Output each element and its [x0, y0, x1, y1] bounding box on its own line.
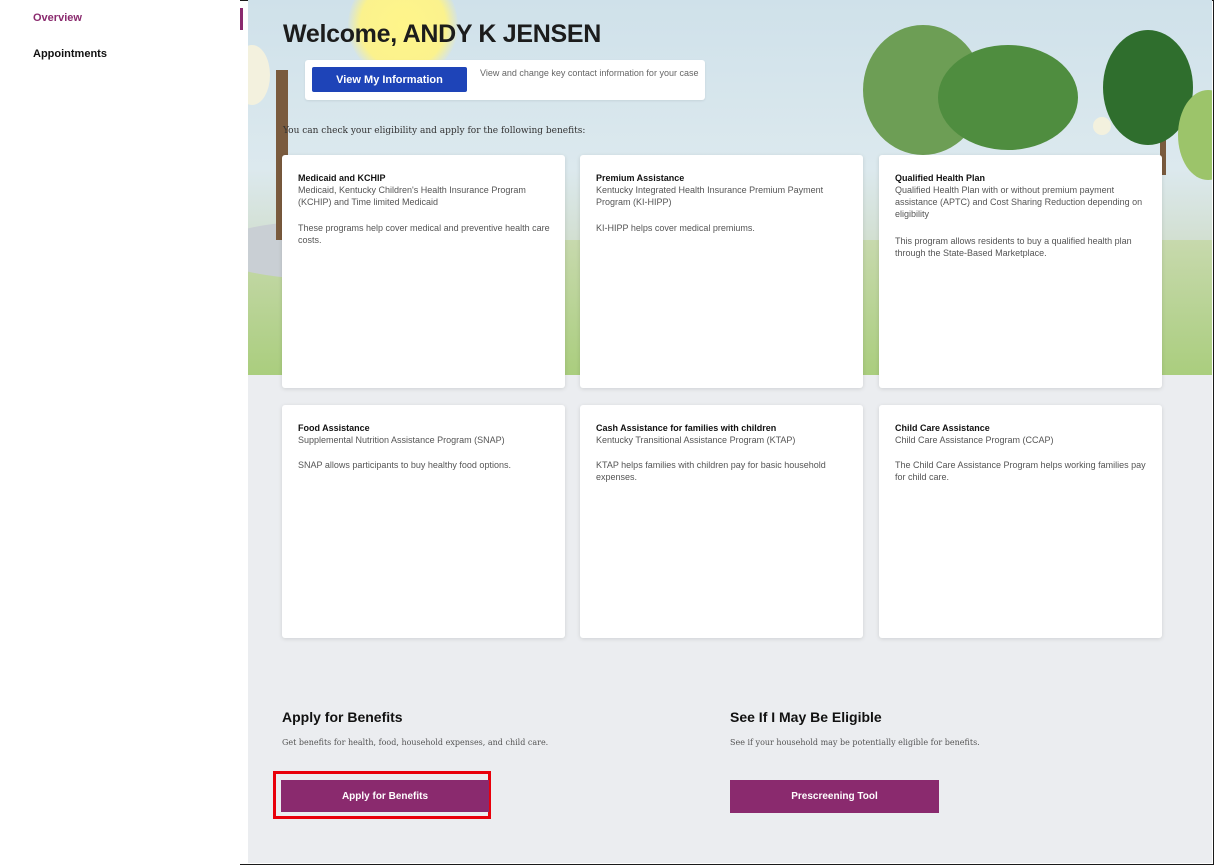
card-subtitle: Kentucky Integrated Health Insurance Pre…: [596, 185, 824, 207]
welcome-heading: Welcome, ANDY K JENSEN: [283, 20, 602, 48]
card-subtitle: Qualified Health Plan with or without pr…: [895, 185, 1143, 219]
lamp-illustration: [248, 45, 270, 105]
card-title: Premium Assistance: [596, 173, 685, 183]
card-subtitle: Child Care Assistance Program (CCAP): [895, 435, 1054, 445]
card-title: Medicaid and KCHIP: [298, 173, 386, 183]
view-info-panel: View My Information View and change key …: [305, 60, 705, 100]
apply-for-benefits-button[interactable]: Apply for Benefits: [281, 780, 489, 812]
benefit-card-medicaid[interactable]: Medicaid and KCHIP Medicaid, Kentucky Ch…: [282, 155, 565, 388]
benefit-card-premium-assistance[interactable]: Premium Assistance Kentucky Integrated H…: [580, 155, 863, 388]
prescreening-tool-button[interactable]: Prescreening Tool: [730, 780, 939, 813]
main-content: Welcome, ANDY K JENSEN View My Informati…: [248, 0, 1212, 863]
apply-section-title: Apply for Benefits: [282, 709, 403, 725]
card-title: Cash Assistance for families with childr…: [596, 423, 777, 433]
benefit-card-food-assistance[interactable]: Food Assistance Supplemental Nutrition A…: [282, 405, 565, 638]
eligibility-section-title: See If I May Be Eligible: [730, 709, 882, 725]
sidebar-item-appointments[interactable]: Appointments: [33, 48, 107, 60]
card-subtitle: Kentucky Transitional Assistance Program…: [596, 435, 796, 445]
apply-section-description: Get benefits for health, food, household…: [282, 738, 549, 747]
card-title: Child Care Assistance: [895, 423, 990, 433]
card-description: These programs help cover medical and pr…: [298, 223, 550, 245]
benefit-card-qualified-health-plan[interactable]: Qualified Health Plan Qualified Health P…: [879, 155, 1162, 388]
card-subtitle: Supplemental Nutrition Assistance Progra…: [298, 435, 505, 445]
eligibility-section-description: See if your household may be potentially…: [730, 738, 980, 747]
view-info-description: View and change key contact information …: [480, 68, 699, 78]
active-indicator: [240, 8, 243, 30]
benefit-card-child-care[interactable]: Child Care Assistance Child Care Assista…: [879, 405, 1162, 638]
sidebar-item-overview[interactable]: Overview: [33, 12, 82, 24]
card-title: Food Assistance: [298, 423, 370, 433]
benefit-card-cash-assistance[interactable]: Cash Assistance for families with childr…: [580, 405, 863, 638]
eligibility-intro-text: You can check your eligibility and apply…: [283, 126, 586, 136]
card-description: This program allows residents to buy a q…: [895, 236, 1132, 258]
card-subtitle: Medicaid, Kentucky Children's Health Ins…: [298, 185, 526, 207]
tree-illustration: [938, 45, 1078, 150]
card-title: Qualified Health Plan: [895, 173, 986, 183]
card-description: KI-HIPP helps cover medical premiums.: [596, 223, 755, 233]
card-description: The Child Care Assistance Program helps …: [895, 460, 1146, 482]
card-description: SNAP allows participants to buy healthy …: [298, 460, 511, 470]
card-description: KTAP helps families with children pay fo…: [596, 460, 826, 482]
view-my-information-button[interactable]: View My Information: [312, 67, 467, 92]
sidebar-nav: Overview Appointments: [0, 0, 240, 865]
lamp-illustration: [1093, 117, 1111, 135]
